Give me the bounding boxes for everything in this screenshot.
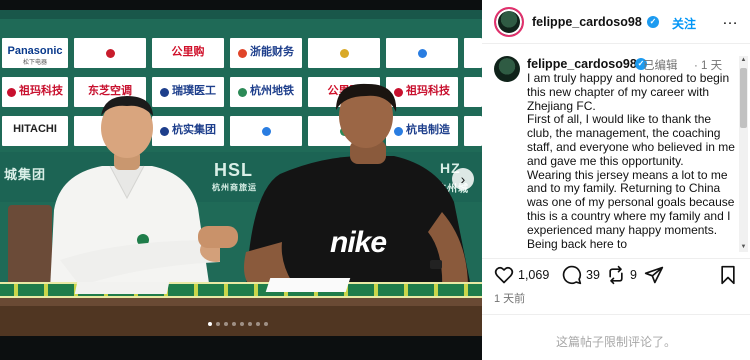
caption-area: felippe_cardoso98 ✓ 已编辑 · 1 天 I am truly… (482, 44, 750, 256)
contract-paper (74, 282, 170, 294)
like-count: 1,069 (518, 268, 550, 282)
club-scarf (0, 282, 482, 298)
share-button[interactable] (644, 265, 664, 285)
handshake (198, 226, 238, 248)
repost-icon (609, 265, 623, 285)
official-person (50, 96, 220, 290)
post-photo[interactable]: Panasonic 松下电器 公里购 浙能财务 祖玛科技 东芝空调 瑞璞医工 杭州… (0, 0, 482, 360)
like-button[interactable]: 1,069 (494, 265, 549, 285)
sponsor-logo (308, 38, 380, 68)
heart-icon (494, 266, 514, 284)
post-header: felippe_cardoso98 ✓ 关注 … (482, 0, 750, 44)
more-options-icon[interactable]: … (722, 11, 739, 29)
comments-restricted-bar: 这篇帖子限制评论了。 (482, 314, 750, 360)
caption-username[interactable]: felippe_cardoso98 (527, 57, 637, 71)
save-button[interactable] (719, 265, 737, 285)
jersey-logo-text: nike (330, 226, 387, 259)
comments-restricted-notice: 这篇帖子限制评论了。 (555, 335, 676, 349)
caption-text: I am truly happy and honored to begin th… (527, 71, 735, 251)
repost-button[interactable]: 9 (606, 265, 637, 285)
next-photo-button[interactable]: › (452, 168, 474, 190)
carousel-dot[interactable] (216, 322, 220, 326)
verified-badge-icon: ✓ (647, 16, 659, 28)
bookmark-icon (721, 265, 735, 285)
sponsor-logo: 公里购 (152, 38, 224, 68)
sponsor-logo (464, 38, 482, 68)
sponsor-logo: Panasonic 松下电器 (2, 38, 68, 68)
comment-count: 39 (586, 268, 600, 282)
sponsor-logo (386, 38, 458, 68)
carousel-dot[interactable] (224, 322, 228, 326)
avatar[interactable] (494, 7, 524, 37)
caption-scrollbar[interactable]: ▲ ▼ (739, 56, 748, 252)
avatar[interactable] (494, 56, 520, 82)
player-person (244, 83, 472, 292)
carousel-dot[interactable] (240, 322, 244, 326)
comment-button[interactable]: 39 (562, 265, 600, 285)
sponsor-logo: 浙能财务 (230, 38, 302, 68)
carousel-dots (208, 322, 268, 326)
post-details-panel: felippe_cardoso98 ✓ 关注 … felippe_cardoso… (482, 0, 750, 360)
carousel-dot[interactable] (208, 322, 212, 326)
share-paper-plane-icon (644, 266, 664, 284)
sponsor-logo (74, 38, 146, 68)
carousel-dot[interactable] (256, 322, 260, 326)
carousel-dot[interactable] (248, 322, 252, 326)
contract-paper (265, 278, 351, 292)
header-username[interactable]: felippe_cardoso98 (532, 15, 642, 29)
comment-bubble-icon (562, 265, 582, 285)
scrollbar-thumb[interactable] (740, 68, 747, 128)
repost-count: 9 (630, 268, 637, 282)
follow-button[interactable]: 关注 (672, 15, 696, 32)
carousel-dot[interactable] (264, 322, 268, 326)
scroll-up-icon[interactable]: ▲ (739, 56, 748, 65)
action-bar: 1,069 39 9 (482, 258, 750, 288)
carousel-dot[interactable] (232, 322, 236, 326)
chevron-right-icon: › (460, 171, 466, 187)
scroll-down-icon[interactable]: ▼ (739, 243, 748, 252)
post-date[interactable]: 1 天前 (494, 290, 525, 306)
